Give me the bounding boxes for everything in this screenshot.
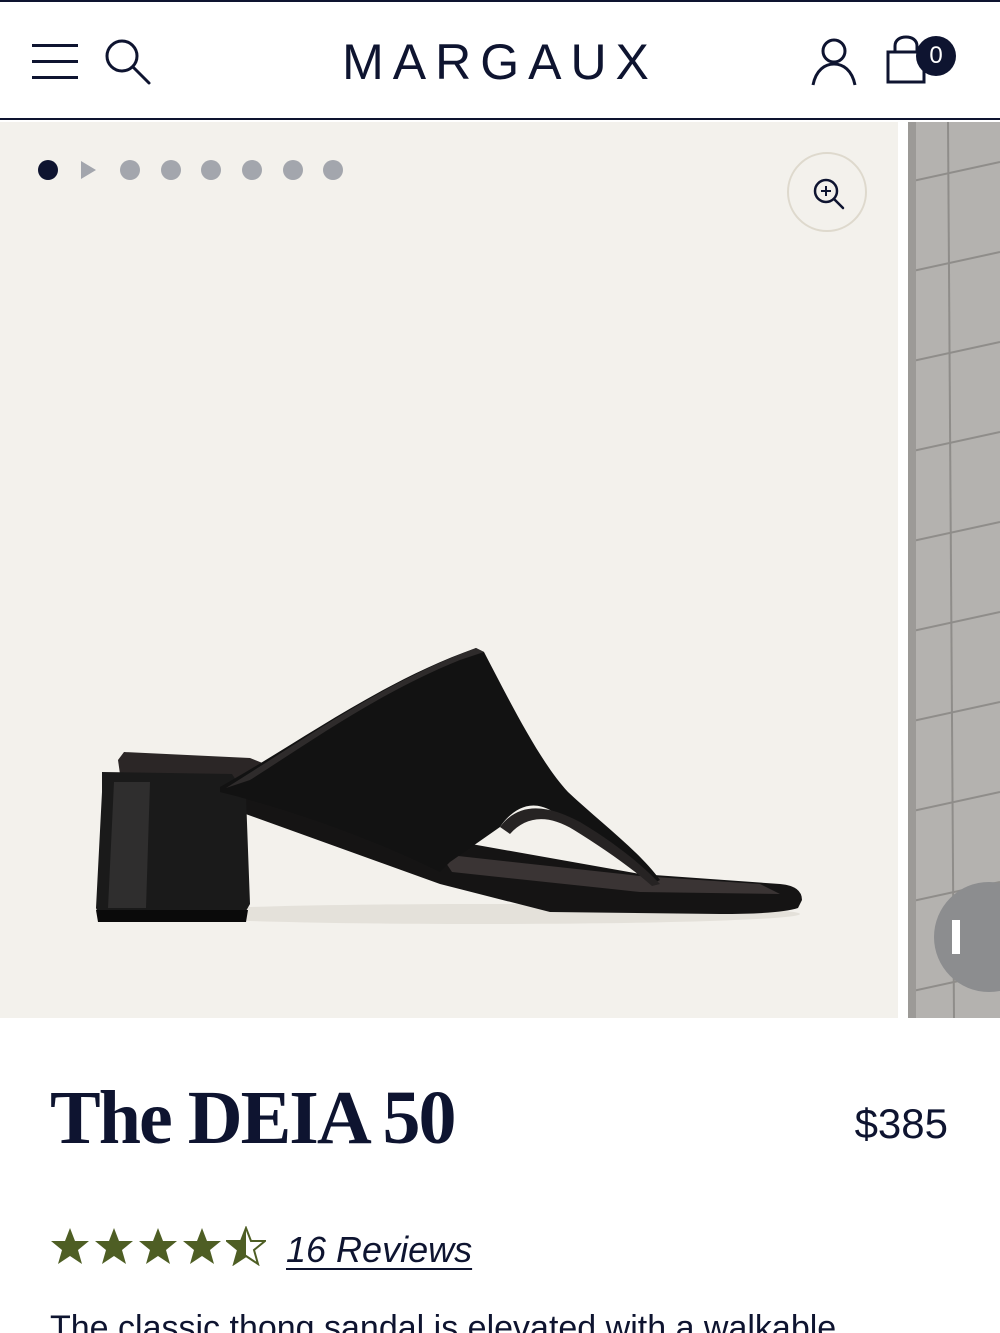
star-half-icon: [226, 1226, 266, 1266]
search-button[interactable]: [102, 36, 154, 88]
cart-button[interactable]: 0: [884, 32, 964, 88]
account-button[interactable]: [808, 36, 860, 88]
gallery-dot-1[interactable]: [38, 160, 58, 180]
product-price: $385: [854, 1100, 948, 1147]
product-gallery[interactable]: [0, 122, 1000, 1018]
star-full-icon: [95, 1228, 133, 1264]
gallery-slide-main[interactable]: [0, 122, 898, 1018]
product-description: The classic thong sandal is elevated wit…: [50, 1309, 837, 1333]
gallery-dot-7[interactable]: [283, 160, 303, 180]
pause-icon: [952, 920, 960, 954]
gallery-dot-3[interactable]: [120, 160, 140, 180]
gallery-dot-5[interactable]: [201, 160, 221, 180]
user-icon: [811, 38, 857, 86]
gallery-video-dot[interactable]: [81, 161, 96, 179]
gallery-slide-next[interactable]: [908, 122, 1000, 1018]
rating-stars[interactable]: [50, 1226, 270, 1268]
menu-icon: [32, 44, 78, 79]
star-full-icon: [139, 1228, 177, 1264]
star-full-icon: [51, 1228, 89, 1264]
product-image-sandal: [96, 648, 802, 924]
star-full-icon: [183, 1228, 221, 1264]
product-title: The DEIA 50: [50, 1076, 457, 1160]
search-icon: [105, 39, 151, 85]
cart-count-badge: 0: [916, 36, 956, 76]
zoom-in-icon: [813, 178, 845, 210]
menu-button[interactable]: [32, 40, 80, 84]
gallery-dot-6[interactable]: [242, 160, 262, 180]
brand-logo[interactable]: MARGAUX: [300, 32, 700, 92]
gallery-dot-8[interactable]: [323, 160, 343, 180]
site-header: MARGAUX 0: [0, 0, 1000, 120]
zoom-button[interactable]: [787, 152, 867, 232]
gallery-dot-4[interactable]: [161, 160, 181, 180]
reviews-link[interactable]: 16 Reviews: [286, 1226, 546, 1274]
